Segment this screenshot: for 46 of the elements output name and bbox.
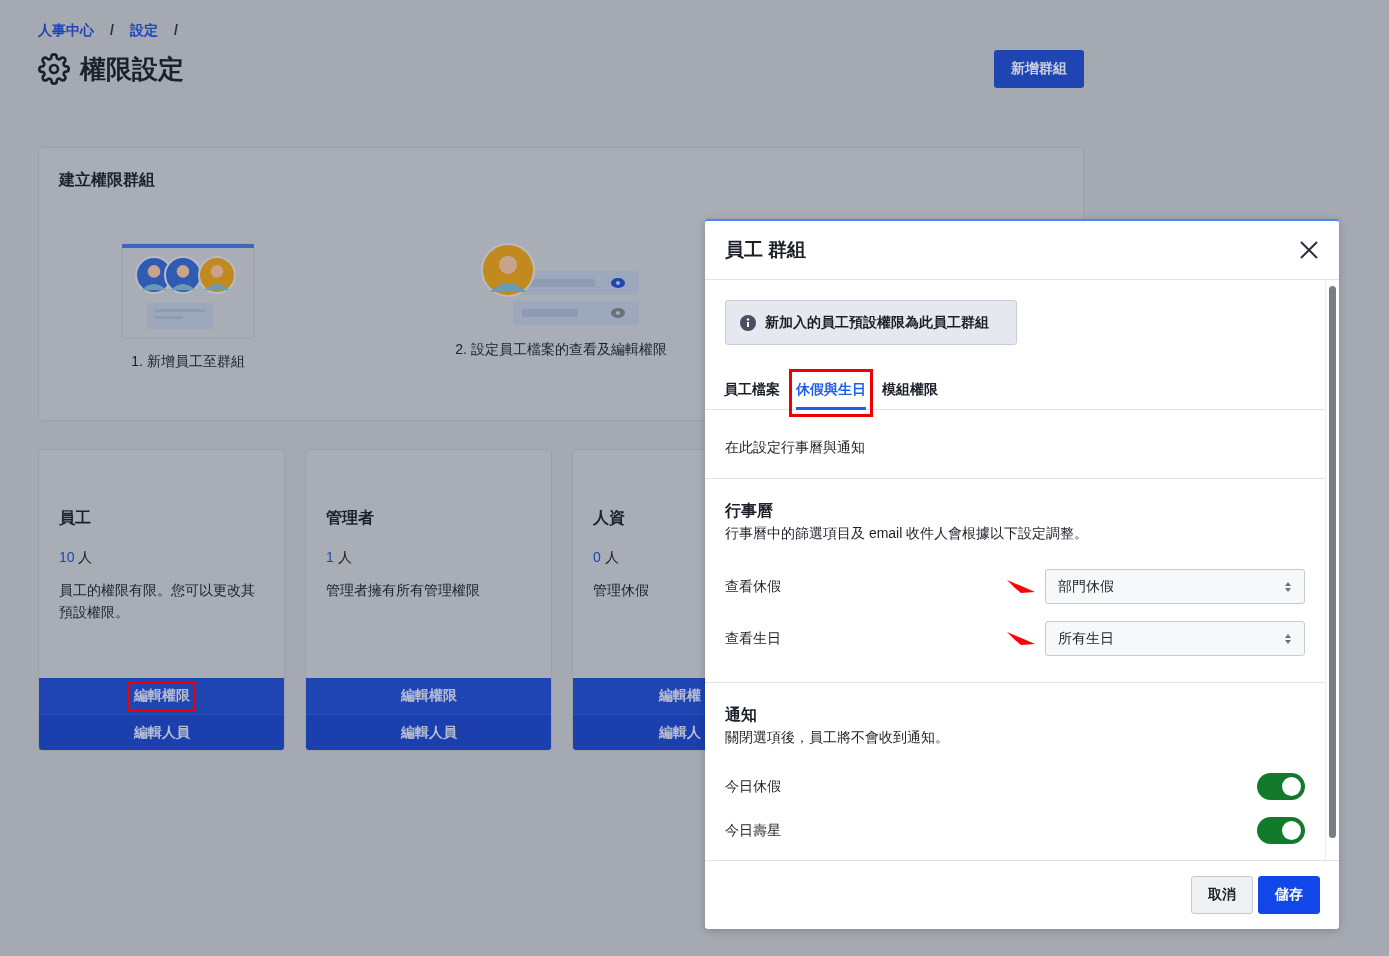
tab[interactable]: 模組權限 [875,369,945,417]
close-button[interactable] [1299,240,1319,260]
member-count: 10 人 [59,549,93,567]
field-label: 查看休假 [725,577,781,596]
toggle-label: 今日壽星 [725,821,781,840]
group-name: 管理者 [326,508,374,528]
breadcrumb-link[interactable]: 設定 [129,22,158,40]
toggle-label: 今日休假 [725,777,781,796]
group-name: 員工 [59,508,91,528]
save-button[interactable]: 儲存 [1258,876,1320,914]
edit-permissions-button[interactable]: 編輯權限 [306,678,551,714]
dialog-title: 員工 群組 [725,238,807,262]
section-description: 行事曆中的篩選項目及 email 收件人會根據以下設定調整。 [725,525,1090,543]
intro-text: 在此設定行事曆與通知 [705,418,1325,479]
group-description: 管理者擁有所有管理權限 [326,581,480,600]
group-name: 人資 [593,508,625,528]
breadcrumb-separator: / [173,22,178,40]
select-field[interactable]: 部門休假 [1045,569,1305,604]
info-text: 新加入的員工預設權限為此員工群組 [765,313,989,332]
step-caption: 1. 新增員工至群組 [131,353,245,371]
edit-members-button[interactable]: 編輯人員 [306,714,551,750]
page-title: 權限設定 [80,52,184,86]
cancel-button[interactable]: 取消 [1191,876,1253,914]
section-title: 行事曆 [725,501,774,521]
member-count: 1 人 [326,549,352,567]
scrollbar-thumb[interactable] [1329,286,1336,838]
select-field[interactable]: 所有生日 [1045,621,1305,656]
toggle-switch[interactable] [1257,773,1305,800]
tab[interactable]: 休假與生日 [789,369,873,417]
group-description: 員工的權限有限。您可以更改其預設權限。 [59,581,256,622]
edit-permissions-button[interactable]: 編輯權限 [39,678,284,714]
info-icon [740,314,756,331]
field-label: 查看生日 [725,629,781,648]
add-group-button[interactable]: 新增群組 [994,50,1084,88]
group-description: 管理休假 [593,581,649,600]
breadcrumb-link[interactable]: 人事中心 [38,22,94,40]
sort-caret-icon [1284,580,1292,593]
toggle-switch[interactable] [1257,817,1305,844]
edit-members-button[interactable]: 編輯人員 [39,714,284,750]
step-caption: 2. 設定員工檔案的查看及編輯權限 [455,341,667,359]
breadcrumb-separator: / [110,22,114,40]
sort-caret-icon [1284,632,1292,645]
tab[interactable]: 員工檔案 [717,369,787,417]
member-count: 0 人 [593,549,619,567]
card-title: 建立權限群組 [59,170,156,190]
settings-icon [38,53,70,85]
